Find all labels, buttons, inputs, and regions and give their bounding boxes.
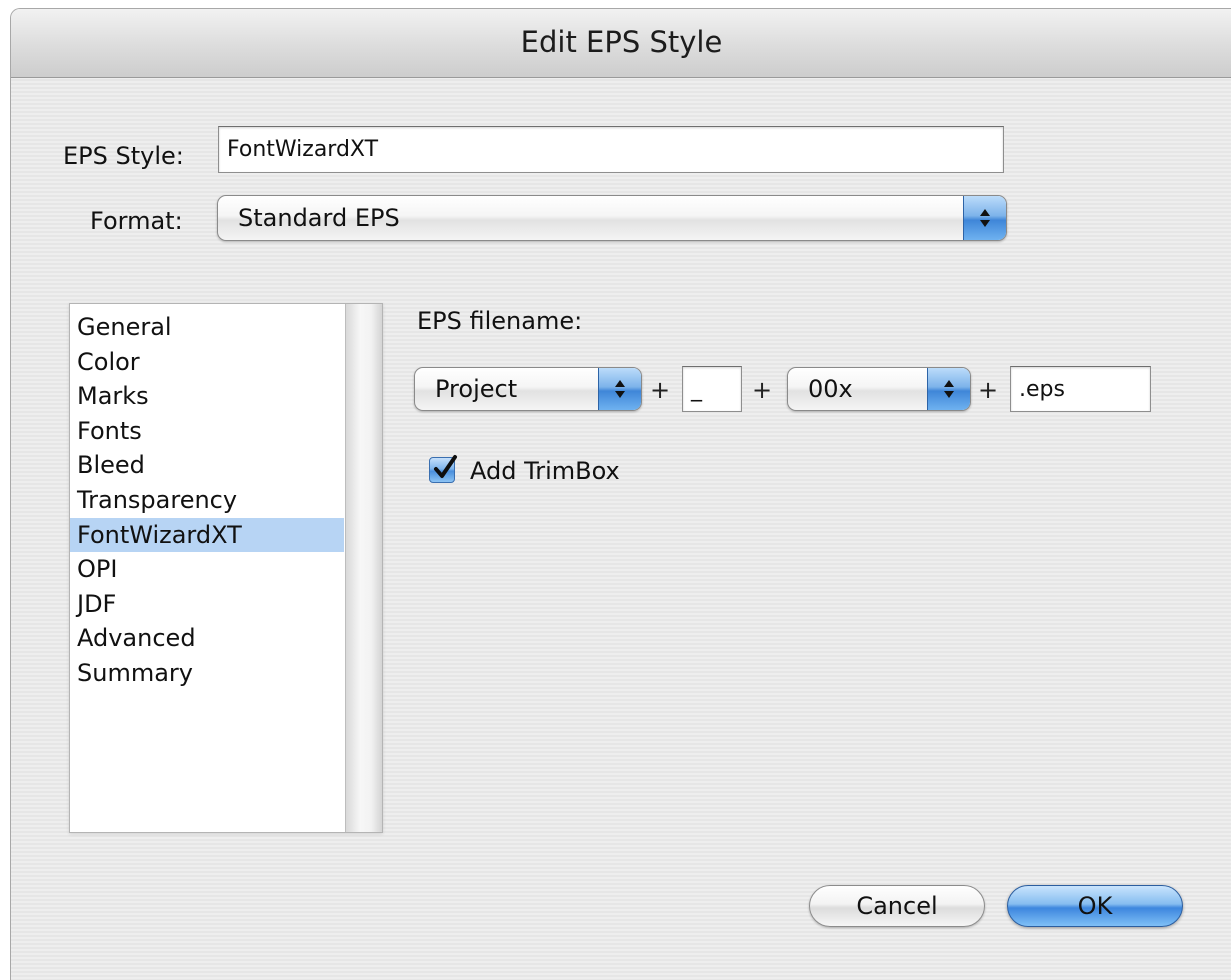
filename-part1-value: Project <box>435 375 518 403</box>
filename-part2-popup[interactable]: 00x <box>787 367 971 411</box>
list-item-general[interactable]: General <box>70 310 344 345</box>
add-trimbox-checkbox[interactable] <box>429 455 457 483</box>
filename-part2-value: 00x <box>808 375 853 403</box>
list-item-fonts[interactable]: Fonts <box>70 414 344 449</box>
list-scrollbar[interactable] <box>345 304 382 832</box>
eps-style-name-value: FontWizardXT <box>227 137 379 162</box>
list-item-opi[interactable]: OPI <box>70 552 344 587</box>
format-popup[interactable]: Standard EPS <box>217 195 1007 241</box>
up-down-arrows-icon <box>927 368 970 410</box>
up-down-arrows-icon <box>598 368 641 410</box>
eps-style-label: EPS Style: <box>63 142 184 170</box>
plus-sign: + <box>978 376 999 404</box>
title-bar[interactable]: Edit EPS Style <box>11 9 1231 78</box>
plus-sign: + <box>650 376 671 404</box>
cancel-button[interactable]: Cancel <box>809 885 985 927</box>
window-title: Edit EPS Style <box>520 25 723 59</box>
list-item-jdf[interactable]: JDF <box>70 587 344 622</box>
list-item-marks[interactable]: Marks <box>70 379 344 414</box>
edit-eps-style-dialog: Edit EPS Style EPS Style: FontWizardXT F… <box>10 8 1231 980</box>
filename-separator-field[interactable]: _ <box>682 366 742 412</box>
format-popup-value: Standard EPS <box>238 204 400 232</box>
eps-style-name-field[interactable]: FontWizardXT <box>218 126 1004 173</box>
list-item-bleed[interactable]: Bleed <box>70 448 344 483</box>
settings-category-list[interactable]: General Color Marks Fonts Bleed Transpar… <box>69 303 383 833</box>
list-item-transparency[interactable]: Transparency <box>70 483 344 518</box>
filename-extension-field[interactable]: .eps <box>1010 366 1151 412</box>
up-down-arrows-icon <box>963 196 1006 240</box>
ok-button[interactable]: OK <box>1007 885 1183 927</box>
list-item-color[interactable]: Color <box>70 345 344 380</box>
list-item-advanced[interactable]: Advanced <box>70 621 344 656</box>
format-label: Format: <box>90 207 183 235</box>
list-item-fontwizardxt[interactable]: FontWizardXT <box>70 517 344 553</box>
filename-extension-value: .eps <box>1019 377 1065 402</box>
eps-filename-label: EPS filename: <box>417 307 583 335</box>
filename-part1-popup[interactable]: Project <box>414 367 642 411</box>
add-trimbox-label[interactable]: Add TrimBox <box>470 457 620 485</box>
list-item-summary[interactable]: Summary <box>70 656 344 691</box>
plus-sign: + <box>752 376 773 404</box>
checkmark-icon <box>434 455 457 478</box>
filename-separator-value: _ <box>691 377 702 402</box>
